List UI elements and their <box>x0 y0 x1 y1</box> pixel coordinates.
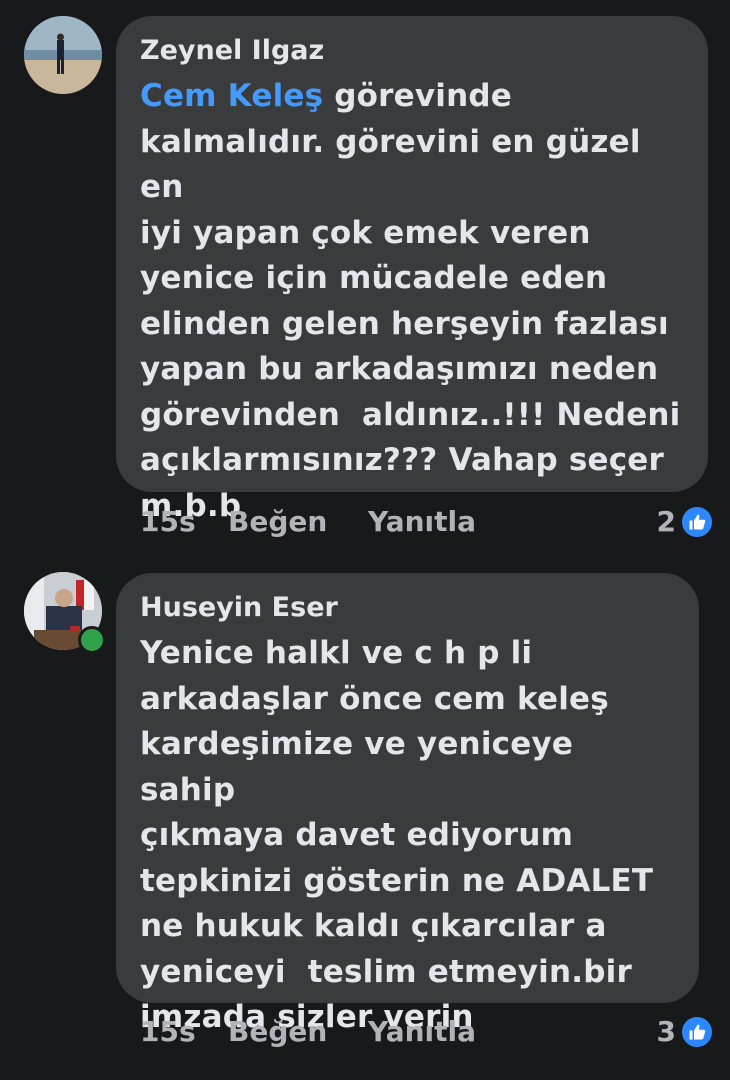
comment-text: Yenice halkl ve c h p li arkadaşlar önce… <box>140 635 654 1035</box>
comment-time[interactable]: 15s <box>140 1012 196 1052</box>
comment-text: Cem Keleş görevinde kalmalıdır. görevini… <box>140 74 684 529</box>
comment-body: görevinde kalmalıdır. görevini en güzel … <box>140 78 681 524</box>
comment-time[interactable]: 15s <box>140 502 196 542</box>
thumbs-up-icon <box>680 1015 714 1049</box>
avatar[interactable] <box>24 16 102 94</box>
like-button[interactable]: Beğen <box>228 1012 327 1052</box>
comment-bubble: Zeynel Ilgaz Cem Keleş görevinde kalmalı… <box>116 16 708 524</box>
comment-bubble: Huseyin Eser Yenice halkl ve c h p li ar… <box>116 573 699 1035</box>
like-button[interactable]: Beğen <box>228 502 327 542</box>
reaction-count: 3 <box>656 1015 676 1048</box>
reaction-summary[interactable]: 2 <box>657 502 714 542</box>
online-status-indicator <box>78 626 106 654</box>
thumbs-up-icon <box>680 505 714 539</box>
reaction-summary[interactable]: 3 <box>657 1012 714 1052</box>
reply-button[interactable]: Yanıtla <box>368 502 476 542</box>
comment-author[interactable]: Zeynel Ilgaz <box>140 34 684 68</box>
reply-button[interactable]: Yanıtla <box>368 1012 476 1052</box>
reaction-count: 2 <box>656 505 676 538</box>
comment-author[interactable]: Huseyin Eser <box>140 591 675 625</box>
mention-link[interactable]: Cem Keleş <box>140 78 323 114</box>
